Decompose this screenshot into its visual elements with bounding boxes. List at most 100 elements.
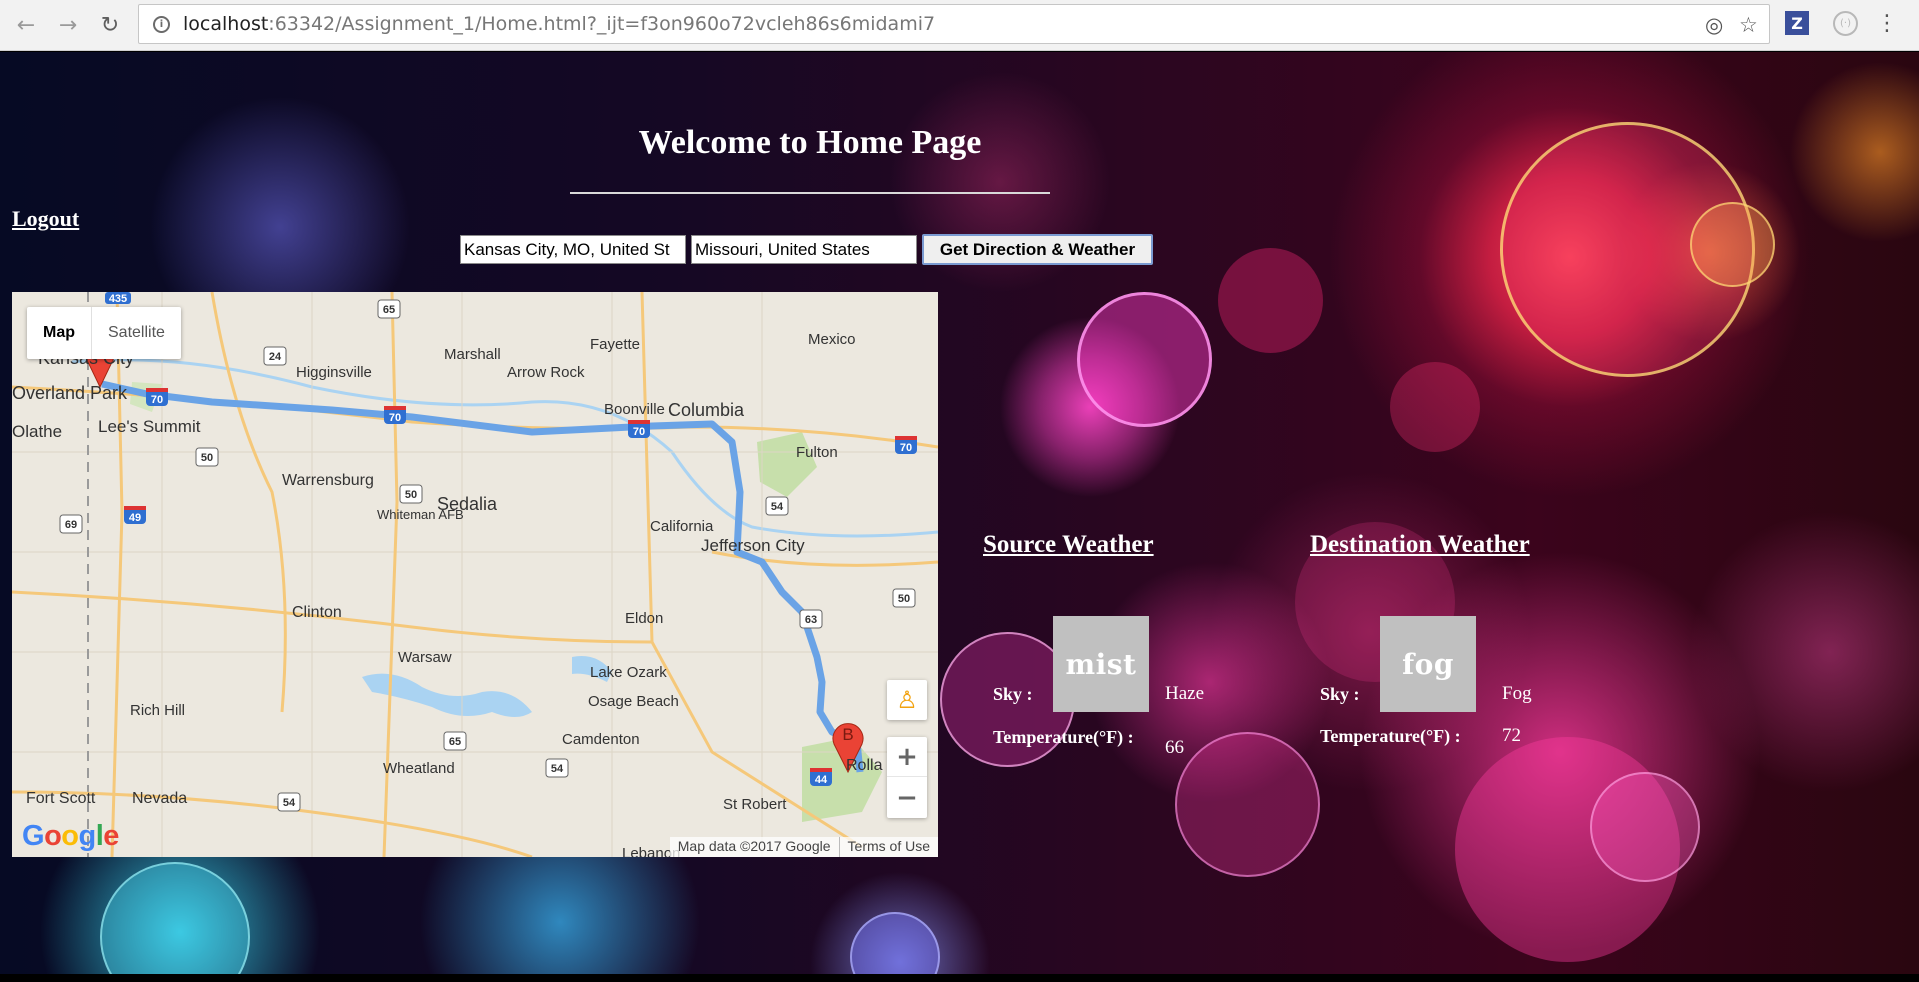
- bokeh-bubble: [1690, 202, 1775, 287]
- us-shield: 65: [377, 299, 401, 319]
- bokeh-bubble: [1390, 362, 1480, 452]
- map-canvas[interactable]: B 70 70 70 70 65 24 435 50 50 49 69 54 5…: [12, 292, 938, 857]
- destination-temp-value: 72: [1502, 725, 1521, 746]
- place-label: Marshall: [444, 346, 501, 363]
- destination-sky-label: Sky :: [1320, 684, 1360, 704]
- zotero-icon[interactable]: Z: [1785, 11, 1809, 35]
- interstate-shield: 49: [124, 506, 146, 524]
- map-attribution: Map data ©2017 Google Terms of Use: [669, 837, 938, 857]
- url-host: localhost: [183, 13, 269, 35]
- shield-label: 54: [551, 763, 564, 775]
- bokeh-bubble: [100, 862, 250, 974]
- menu-icon[interactable]: ⋮: [1872, 8, 1902, 38]
- interstate-shield: 435: [105, 292, 131, 305]
- us-shield: 50: [195, 447, 219, 467]
- source-sky-value: Haze: [1165, 683, 1205, 704]
- source-weather-heading: Source Weather: [983, 531, 1154, 558]
- map-type-map[interactable]: Map: [27, 307, 92, 359]
- us-shield: 24: [263, 346, 287, 366]
- shield-label: 49: [129, 512, 141, 524]
- star-icon[interactable]: ☆: [1739, 13, 1758, 37]
- place-label: Wheatland: [383, 760, 455, 777]
- shield-label: 63: [805, 614, 817, 626]
- destination-input[interactable]: [691, 235, 917, 264]
- lake: [362, 673, 532, 717]
- target-icon[interactable]: ◎: [1705, 13, 1723, 37]
- shield-label: 69: [65, 519, 77, 531]
- source-sky-label: Sky :: [993, 684, 1033, 704]
- interstate-shield: 70: [146, 388, 168, 406]
- interstate-shield: 70: [895, 436, 917, 454]
- place-label: Higginsville: [296, 364, 372, 381]
- bokeh-bubble: [1218, 248, 1323, 353]
- back-arrow-icon[interactable]: ←: [12, 11, 40, 39]
- pegman-icon[interactable]: ♙: [887, 680, 927, 720]
- browser-toolbar: ← → ↻ i localhost:63342/Assignment_1/Hom…: [0, 0, 1919, 51]
- forward-arrow-icon[interactable]: →: [54, 11, 82, 39]
- place-label: Nevada: [132, 790, 187, 807]
- source-input[interactable]: [460, 235, 686, 264]
- place-label: Olathe: [12, 422, 62, 441]
- google-logo: Google: [22, 820, 119, 852]
- shield-label: 50: [201, 452, 213, 464]
- place-label: Lake Ozark: [590, 664, 667, 681]
- google-map[interactable]: B 70 70 70 70 65 24 435 50 50 49 69 54 5…: [12, 292, 938, 857]
- place-label: Arrow Rock: [507, 364, 585, 381]
- shield-label: 435: [109, 293, 127, 305]
- shield-label: 70: [151, 394, 163, 406]
- place-label: Overland Park: [12, 383, 128, 403]
- get-direction-weather-button[interactable]: Get Direction & Weather: [922, 234, 1153, 265]
- terms-of-use-link[interactable]: Terms of Use: [838, 837, 938, 857]
- zoom-out-button[interactable]: −: [887, 778, 927, 818]
- interstate-shield: 70: [628, 420, 650, 438]
- info-icon[interactable]: i: [153, 16, 170, 33]
- place-label: Columbia: [668, 400, 745, 420]
- us-shield: 50: [892, 588, 916, 608]
- destination-weather-heading: Destination Weather: [1310, 531, 1530, 558]
- shield-label: 50: [405, 489, 417, 501]
- place-label: California: [650, 518, 714, 535]
- zoom-in-button[interactable]: +: [887, 737, 927, 777]
- place-label: Lee's Summit: [98, 417, 201, 436]
- shield-label: 70: [633, 426, 645, 438]
- source-temp-label: Temperature(°F) :: [993, 727, 1134, 747]
- map-data-text: Map data ©2017 Google: [677, 838, 831, 854]
- shield-label: 65: [449, 736, 461, 748]
- marker-b-label: B: [842, 725, 853, 744]
- us-shield: 54: [765, 496, 789, 516]
- logout-link[interactable]: Logout: [12, 206, 79, 232]
- destination-temp-label: Temperature(°F) :: [1320, 726, 1461, 746]
- bokeh-bubble: [1077, 292, 1212, 427]
- address-bar[interactable]: i localhost:63342/Assignment_1/Home.html…: [138, 4, 1770, 44]
- place-label: Fort Scott: [26, 790, 96, 807]
- reload-icon[interactable]: ↻: [96, 11, 124, 39]
- place-label: Warsaw: [398, 649, 452, 666]
- bokeh-bubble: [1175, 732, 1320, 877]
- url-text[interactable]: localhost:63342/Assignment_1/Home.html?_…: [183, 13, 935, 35]
- shield-label: 50: [898, 593, 910, 605]
- fog-weather-icon: fog: [1380, 616, 1476, 712]
- shield-label: 44: [815, 774, 828, 786]
- shield-label: 24: [269, 351, 282, 363]
- shield-label: 54: [283, 797, 296, 809]
- page-title: Welcome to Home Page: [638, 124, 982, 161]
- place-label: Jefferson City: [701, 536, 805, 555]
- us-shield: 65: [443, 731, 467, 751]
- mist-weather-icon: mist: [1053, 616, 1149, 712]
- place-label: Clinton: [292, 604, 342, 621]
- place-label: Warrensburg: [282, 472, 374, 489]
- url-path: :63342/Assignment_1/Home.html?_ijt=f3on9…: [268, 13, 936, 35]
- park-area: [757, 432, 817, 497]
- title-divider: [570, 192, 1050, 194]
- us-shield: 54: [277, 792, 301, 812]
- shield-label: 70: [900, 442, 912, 454]
- place-label: Whiteman AFB: [377, 507, 464, 522]
- map-type-satellite[interactable]: Satellite: [92, 307, 181, 359]
- place-label: Eldon: [625, 610, 663, 627]
- place-label: Osage Beach: [588, 693, 679, 710]
- place-label: Rolla: [846, 757, 883, 774]
- shield-label: 65: [383, 304, 395, 316]
- interstate-shield: 44: [810, 768, 832, 786]
- place-label: St Robert: [723, 796, 787, 813]
- extension-circle-icon[interactable]: (·): [1833, 11, 1858, 36]
